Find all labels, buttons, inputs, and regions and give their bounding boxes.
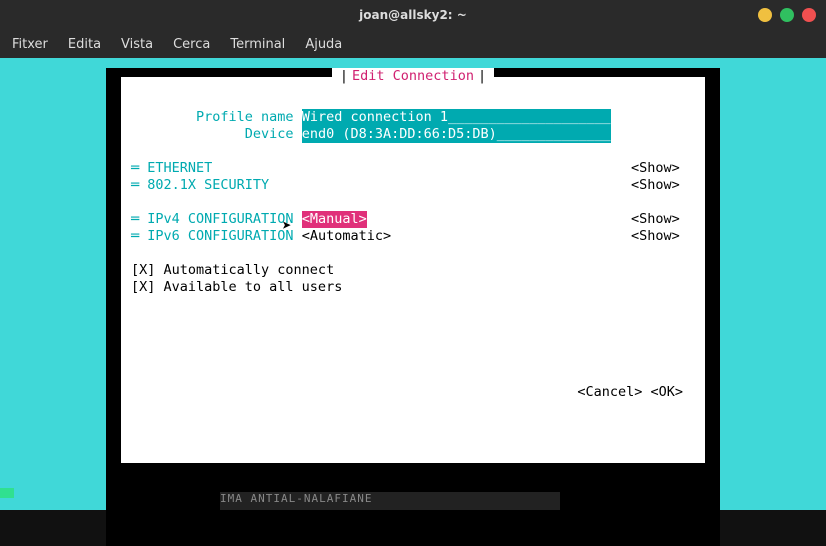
profile-name-input[interactable]: Wired connection 1____________________ [302, 109, 611, 126]
minimize-button[interactable] [758, 8, 772, 22]
security-section[interactable]: ═ 802.1X SECURITY [131, 177, 269, 194]
menu-bar: Fitxer Edita Vista Cerca Terminal Ajuda [0, 30, 826, 58]
dialog-title: Edit Connection [332, 68, 494, 85]
menu-terminal[interactable]: Terminal [230, 37, 285, 52]
ethernet-show[interactable]: <Show> [631, 160, 680, 177]
window-title: joan@allsky2: ~ [359, 8, 467, 22]
profile-name-label: Profile name [131, 109, 302, 126]
terminal-area: Edit Connection Profile name Wired conne… [0, 58, 826, 510]
device-label: Device [131, 126, 302, 143]
edit-connection-dialog: Edit Connection Profile name Wired conne… [120, 76, 706, 464]
menu-edita[interactable]: Edita [68, 37, 101, 52]
ipv4-mode-select[interactable]: <Manual> [302, 211, 367, 228]
window-controls [758, 8, 816, 22]
menu-ajuda[interactable]: Ajuda [305, 37, 342, 52]
ok-button[interactable]: <OK> [650, 384, 683, 400]
all-users-checkbox[interactable]: [X] Available to all users [131, 279, 342, 296]
close-button[interactable] [802, 8, 816, 22]
device-input[interactable]: end0 (D8:3A:DD:66:D5:DB)______________ [302, 126, 611, 143]
cancel-button[interactable]: <Cancel> [577, 384, 642, 400]
ipv6-show[interactable]: <Show> [631, 228, 680, 245]
menu-fitxer[interactable]: Fitxer [12, 37, 48, 52]
security-show[interactable]: <Show> [631, 177, 680, 194]
menu-cerca[interactable]: Cerca [173, 37, 210, 52]
window-titlebar: joan@allsky2: ~ [0, 0, 826, 30]
ipv6-mode-select[interactable]: <Automatic> [302, 228, 391, 245]
background-noise: IMA ANTIAL-NALAFIANE [220, 492, 560, 510]
accent-strip [0, 488, 14, 498]
ipv4-show[interactable]: <Show> [631, 211, 680, 228]
menu-vista[interactable]: Vista [121, 37, 153, 52]
auto-connect-checkbox[interactable]: [X] Automatically connect [131, 262, 334, 279]
maximize-button[interactable] [780, 8, 794, 22]
ethernet-section[interactable]: ═ ETHERNET [131, 160, 212, 177]
ipv4-section[interactable]: ═ IPv4 CONFIGURATION [131, 211, 302, 228]
ipv6-section[interactable]: ═ IPv6 CONFIGURATION [131, 228, 302, 245]
